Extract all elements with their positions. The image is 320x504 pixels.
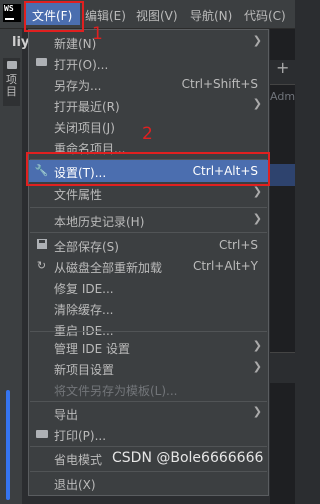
menu-item-label: 文件属性: [54, 188, 103, 202]
menu-edit[interactable]: 编辑(E): [85, 7, 126, 24]
submenu-arrow-icon: ❯: [252, 212, 262, 225]
submenu-arrow-icon: ❯: [252, 97, 262, 110]
menu-item-label: 省电模式: [54, 453, 103, 467]
menu-item-label: 从磁盘全部重新加载: [54, 261, 163, 275]
editor-bottom-panel: [270, 352, 295, 383]
menu-item-reload-from-disk[interactable]: ↻ 从磁盘全部重新加载 Ctrl+Alt+Y: [29, 255, 268, 277]
menu-item-label: 全部保存(S): [54, 240, 119, 254]
menu-item-label: 打印(P)...: [54, 429, 107, 443]
menu-item-exit[interactable]: 退出(X): [29, 472, 268, 494]
menu-item-label: 另存为...: [54, 79, 102, 93]
menu-item-label: 清除缓存...: [54, 303, 114, 317]
menu-item-label: 关闭项目(J): [54, 121, 115, 135]
menu-separator: [30, 331, 267, 332]
shortcut-label: Ctrl+S: [218, 238, 258, 252]
menu-item-label: 将文件另存为模板(L)...: [54, 384, 178, 398]
menu-item-label: 修复 IDE...: [54, 282, 114, 296]
tool-tab-label: 项目: [6, 73, 17, 98]
printer-icon: [34, 426, 49, 441]
menu-code[interactable]: 代码(C): [244, 7, 286, 24]
annotation-box-settings: [26, 152, 270, 186]
submenu-arrow-icon: ❯: [252, 34, 262, 47]
menu-navigate[interactable]: 导航(N): [190, 7, 232, 24]
project-title: liy: [12, 35, 30, 50]
menu-item-open-recent[interactable]: 打开最近(R) ❯: [29, 94, 268, 116]
editor-text-fragment: Adm: [270, 90, 296, 103]
submenu-arrow-icon: ❯: [252, 185, 262, 198]
menu-item-invalidate-caches[interactable]: 清除缓存...: [29, 297, 268, 319]
refresh-icon: ↻: [36, 259, 47, 272]
menu-item-label: 打开最近(R): [54, 100, 120, 114]
menu-item-open[interactable]: 打开(O)...: [29, 52, 268, 74]
menu-item-new-project-settings[interactable]: 新项目设置 ❯: [29, 357, 268, 379]
annotation-step-1: 1: [92, 24, 103, 44]
submenu-arrow-icon: ❯: [252, 339, 262, 352]
menu-item-save-as[interactable]: 另存为... Ctrl+Shift+S: [29, 73, 268, 95]
menu-item-label: 打开(O)...: [54, 58, 109, 72]
annotation-box-file-menu: [24, 1, 84, 32]
menu-item-repair-ide[interactable]: 修复 IDE...: [29, 276, 268, 298]
menu-item-save-all[interactable]: 全部保存(S) Ctrl+S: [29, 234, 268, 256]
menu-view[interactable]: 视图(V): [136, 7, 178, 24]
submenu-arrow-icon: ❯: [252, 360, 262, 373]
menu-item-export[interactable]: 导出 ❯: [29, 402, 268, 424]
editor-selected-line: [270, 164, 295, 186]
menu-item-label: 管理 IDE 设置: [54, 342, 130, 356]
shortcut-label: Ctrl+Shift+S: [181, 77, 258, 91]
menu-item-label: 退出(X): [54, 478, 96, 492]
submenu-arrow-icon: ❯: [252, 405, 262, 418]
watermark: CSDN @Bole6666666: [112, 450, 264, 466]
menu-item-save-as-template: 将文件另存为模板(L)...: [29, 378, 268, 400]
menu-item-local-history[interactable]: 本地历史记录(H) ❯: [29, 209, 268, 231]
tool-tab-project[interactable]: 项目: [3, 58, 20, 106]
menu-separator: [30, 232, 267, 233]
menu-item-label: 新建(N): [54, 37, 97, 51]
menu-item-label: 本地历史记录(H): [54, 215, 145, 229]
scrollbar[interactable]: [6, 390, 10, 500]
folder-icon: [7, 61, 17, 69]
annotation-step-2: 2: [142, 124, 153, 144]
webstorm-logo-icon: WS: [3, 4, 21, 22]
menu-item-label: 导出: [54, 408, 79, 422]
plus-icon[interactable]: +: [276, 58, 289, 77]
shortcut-label: Ctrl+Alt+Y: [192, 259, 258, 273]
menu-item-label: 新项目设置: [54, 363, 115, 377]
file-menu-dropdown: 新建(N) ❯ 打开(O)... 另存为... Ctrl+Shift+S 打开最…: [28, 29, 269, 496]
menu-item-manage-ide-settings[interactable]: 管理 IDE 设置 ❯: [29, 336, 268, 358]
folder-icon: [34, 55, 49, 70]
save-icon: [34, 237, 49, 252]
menu-separator: [30, 207, 267, 208]
menu-item-print[interactable]: 打印(P)...: [29, 423, 268, 445]
menu-item-new[interactable]: 新建(N) ❯: [29, 31, 268, 53]
